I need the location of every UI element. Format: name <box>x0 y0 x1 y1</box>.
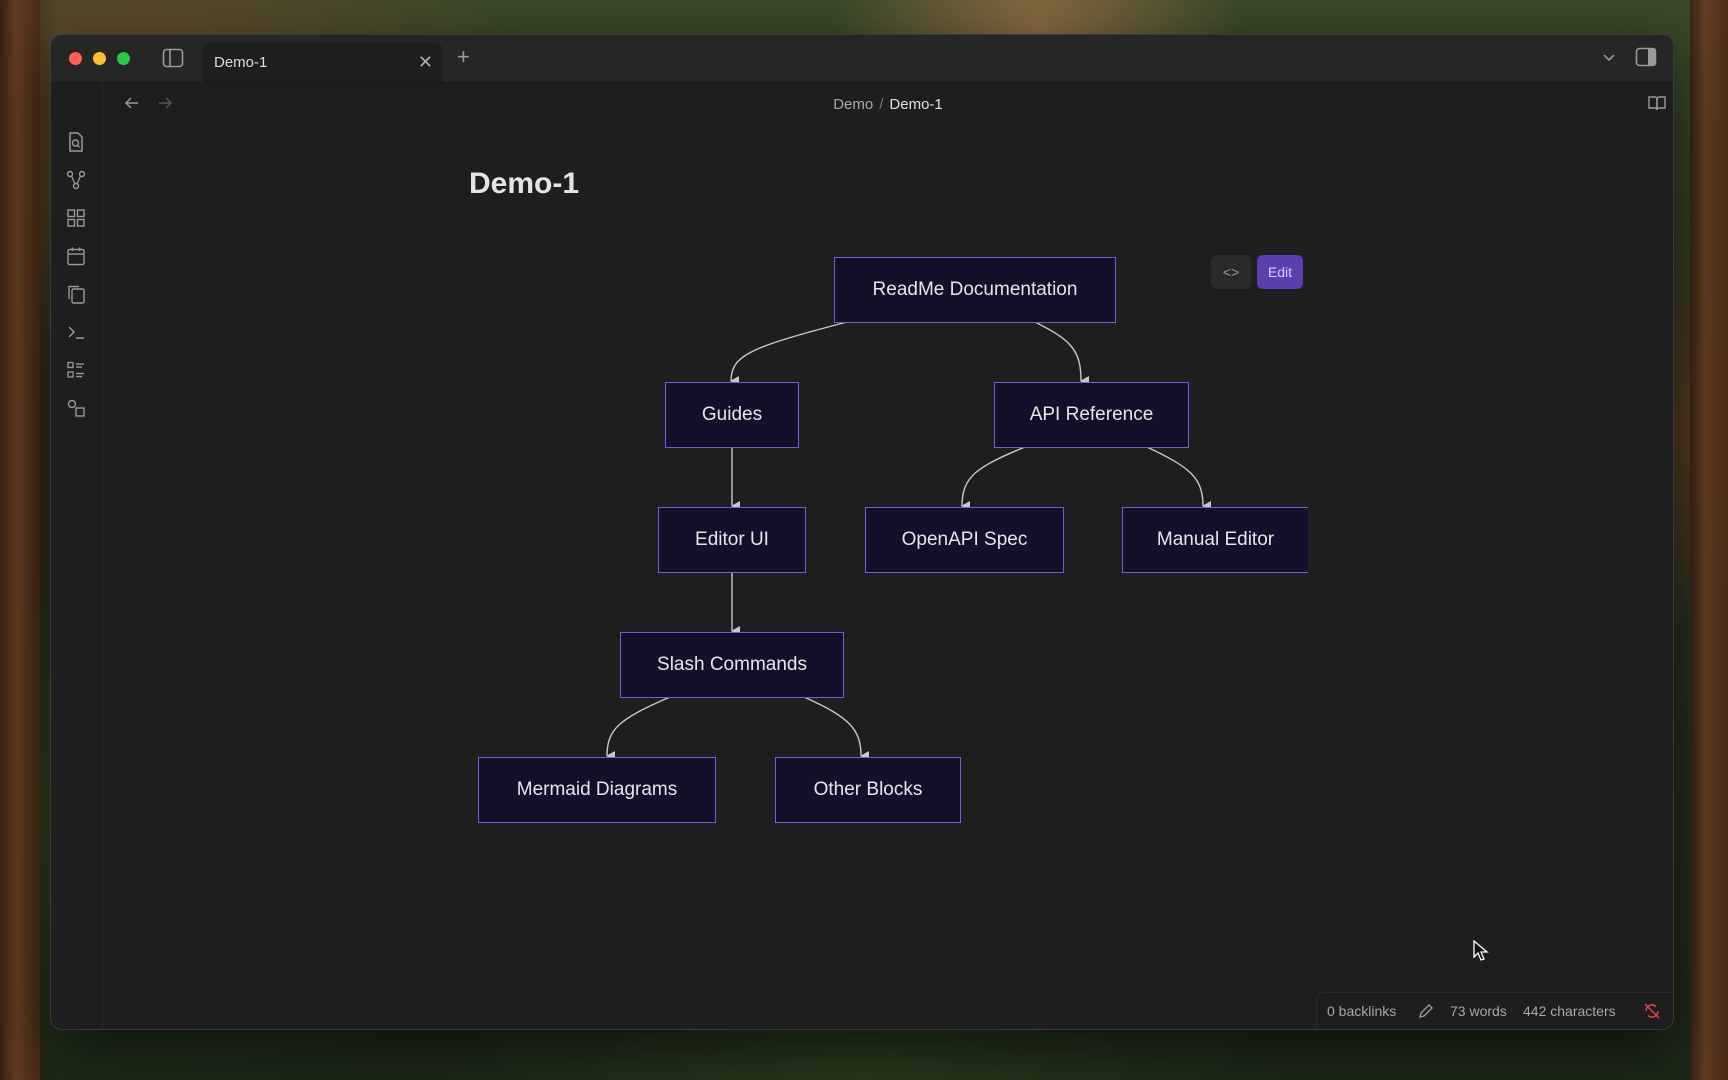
background-tree-trunk <box>1690 0 1728 1080</box>
backlinks-count[interactable]: 0 backlinks <box>1327 1003 1396 1019</box>
background-tree-trunk <box>0 0 40 1080</box>
node-other-blocks: Other Blocks <box>775 757 961 823</box>
pencil-icon[interactable] <box>1417 1002 1435 1020</box>
character-count: 442 characters <box>1523 1003 1616 1019</box>
node-mermaid-diagrams: Mermaid Diagrams <box>478 757 716 823</box>
node-manual-editor: Manual Editor <box>1122 507 1308 573</box>
mouse-cursor-icon <box>1473 940 1489 961</box>
node-editor-ui: Editor UI <box>658 507 806 573</box>
edge-api-openapi <box>961 446 1026 512</box>
node-slash-commands: Slash Commands <box>620 632 844 698</box>
node-api-reference: API Reference <box>994 382 1189 448</box>
edge-slash-other <box>803 696 870 761</box>
edge-api-manual <box>1146 446 1212 511</box>
diagram-edges <box>606 321 1212 762</box>
edge-root-guides <box>730 321 848 387</box>
node-openapi-spec: OpenAPI Spec <box>865 507 1064 573</box>
app-window: Demo-1 ✕ + Demo / Demo-1 Demo-1 <> Edit … <box>50 34 1674 1030</box>
sync-error-icon[interactable] <box>1643 1002 1661 1020</box>
node-readme-documentation: ReadMe Documentation <box>834 257 1116 323</box>
node-guides: Guides <box>665 382 799 448</box>
edge-slash-mermaid <box>606 696 671 762</box>
word-count: 73 words <box>1450 1003 1507 1019</box>
edge-root-api <box>1034 321 1090 386</box>
status-bar: 0 backlinks 73 words 442 characters <box>1316 992 1673 1029</box>
